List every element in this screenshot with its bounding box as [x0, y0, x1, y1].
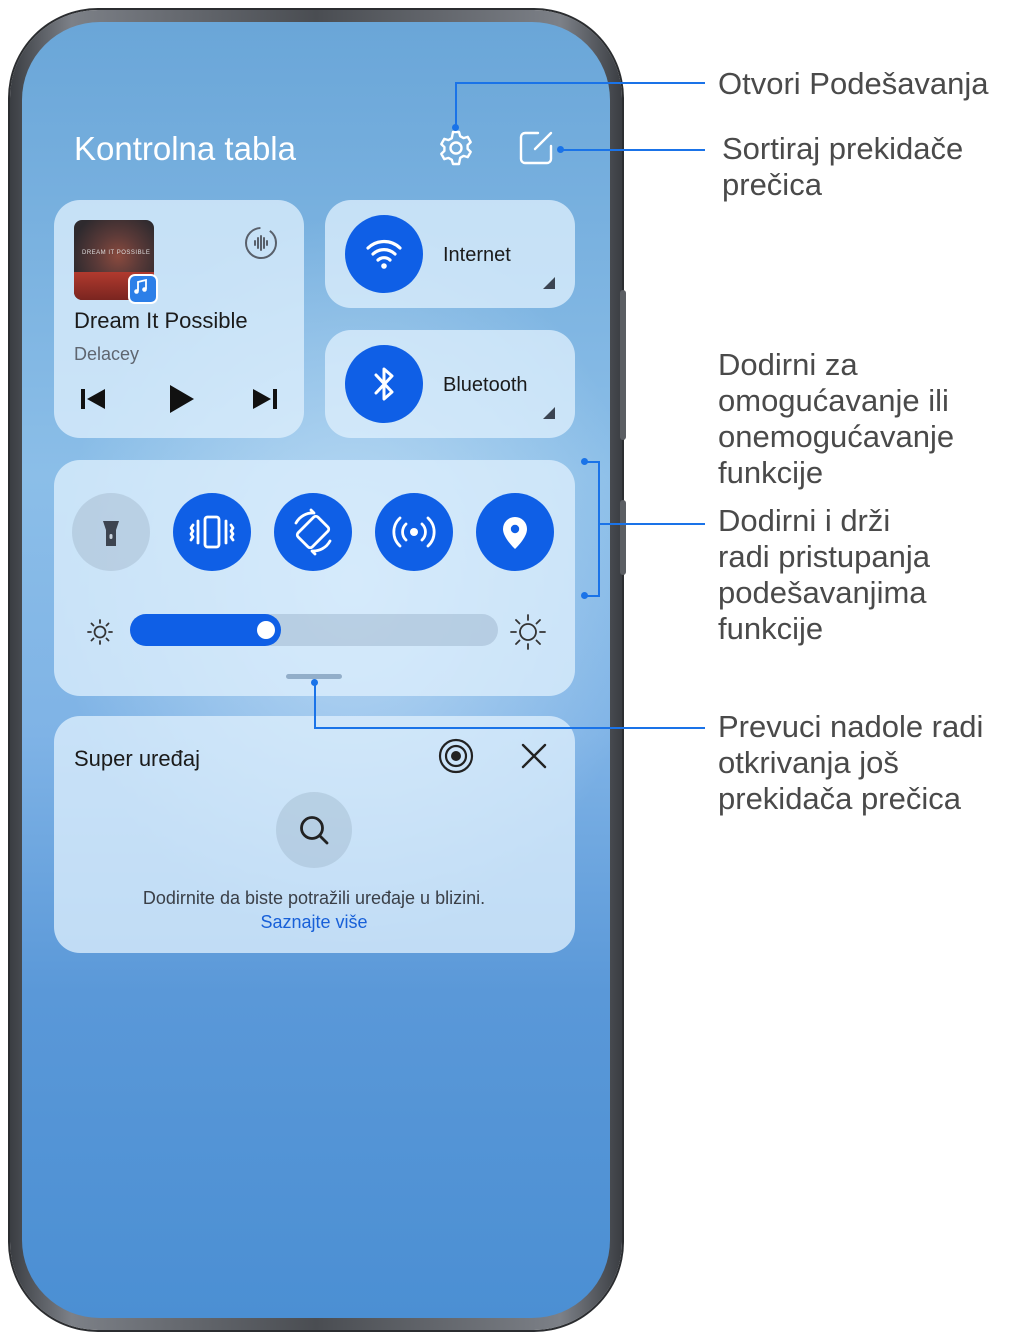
callout-bracket — [598, 461, 600, 597]
callout-toggle: Dodirni za omogućavanje ili onemogućavanje… — [718, 347, 955, 490]
expand-corner-icon[interactable] — [543, 277, 555, 289]
callout-line-swipe — [314, 682, 316, 728]
bluetooth-toggle-card[interactable]: Bluetooth — [325, 330, 575, 438]
super-device-icon[interactable] — [436, 736, 476, 776]
learn-more-link[interactable]: Saznajte više — [54, 912, 574, 933]
settings-gear-icon[interactable] — [436, 128, 476, 168]
edit-icon[interactable] — [516, 128, 556, 168]
callout-dot-toggle-bottom — [581, 592, 588, 599]
bluetooth-button[interactable] — [345, 345, 423, 423]
callout-hold: Dodirni i drži radi pristupanja podešavanj… — [718, 503, 930, 646]
music-app-icon — [128, 274, 158, 304]
internet-toggle-card[interactable]: Internet — [325, 200, 575, 308]
brightness-high-icon — [509, 613, 547, 651]
power-button — [620, 500, 626, 575]
quick-switches-card — [54, 460, 575, 696]
internet-label: Internet — [443, 244, 511, 266]
callout-line-swipe — [314, 727, 705, 729]
auto-rotate-button[interactable] — [274, 493, 352, 571]
search-icon — [300, 816, 329, 845]
expand-corner-icon[interactable] — [543, 407, 555, 419]
wifi-button[interactable] — [345, 215, 423, 293]
callout-line-settings — [455, 82, 705, 84]
location-icon — [503, 517, 527, 549]
brightness-slider[interactable] — [130, 614, 498, 646]
callout-line-toggle — [599, 523, 705, 525]
callout-line-settings — [455, 82, 457, 126]
hotspot-icon — [392, 516, 436, 548]
vibration-icon — [189, 515, 235, 549]
auto-rotate-icon — [294, 508, 332, 556]
page-title: Kontrolna tabla — [74, 130, 296, 167]
next-track-icon[interactable] — [250, 384, 280, 414]
flashlight-button[interactable] — [72, 493, 150, 571]
album-art-text: DREAM IT POSSIBLE — [82, 250, 151, 256]
audio-output-icon[interactable] — [242, 224, 280, 262]
flashlight-icon — [103, 521, 119, 546]
volume-button — [620, 290, 626, 440]
brightness-low-icon — [86, 618, 114, 646]
callout-swipe: Prevuci nadole radi otkrivanja još prekida… — [718, 709, 984, 816]
search-devices-button[interactable] — [276, 792, 352, 868]
super-device-title: Super uređaj — [74, 746, 200, 771]
callout-sort: Sortiraj prekidače prečica — [722, 131, 964, 202]
music-card[interactable]: DREAM IT POSSIBLE Dream It Possible Dela… — [54, 200, 304, 438]
control-panel-screen: Kontrolna tabla DREAM IT POSSIBLE Dream … — [22, 22, 610, 1318]
callout-line-sort — [560, 149, 705, 151]
hotspot-button[interactable] — [375, 493, 453, 571]
previous-track-icon[interactable] — [78, 384, 108, 414]
song-title: Dream It Possible — [74, 308, 248, 333]
callout-settings: Otvori Podešavanja — [718, 66, 989, 101]
super-device-description: Dodirnite da biste potražili uređaje u b… — [142, 888, 486, 908]
vibration-button[interactable] — [173, 493, 251, 571]
song-artist: Delacey — [74, 344, 140, 364]
super-device-card: Super uređaj Dodirnite da biste potražil… — [54, 716, 575, 953]
play-icon[interactable] — [164, 382, 198, 416]
bluetooth-label: Bluetooth — [443, 374, 528, 396]
location-button[interactable] — [476, 493, 554, 571]
close-icon[interactable] — [518, 740, 550, 772]
brightness-slider-knob[interactable] — [257, 621, 275, 639]
callout-bracket-top — [584, 461, 599, 463]
